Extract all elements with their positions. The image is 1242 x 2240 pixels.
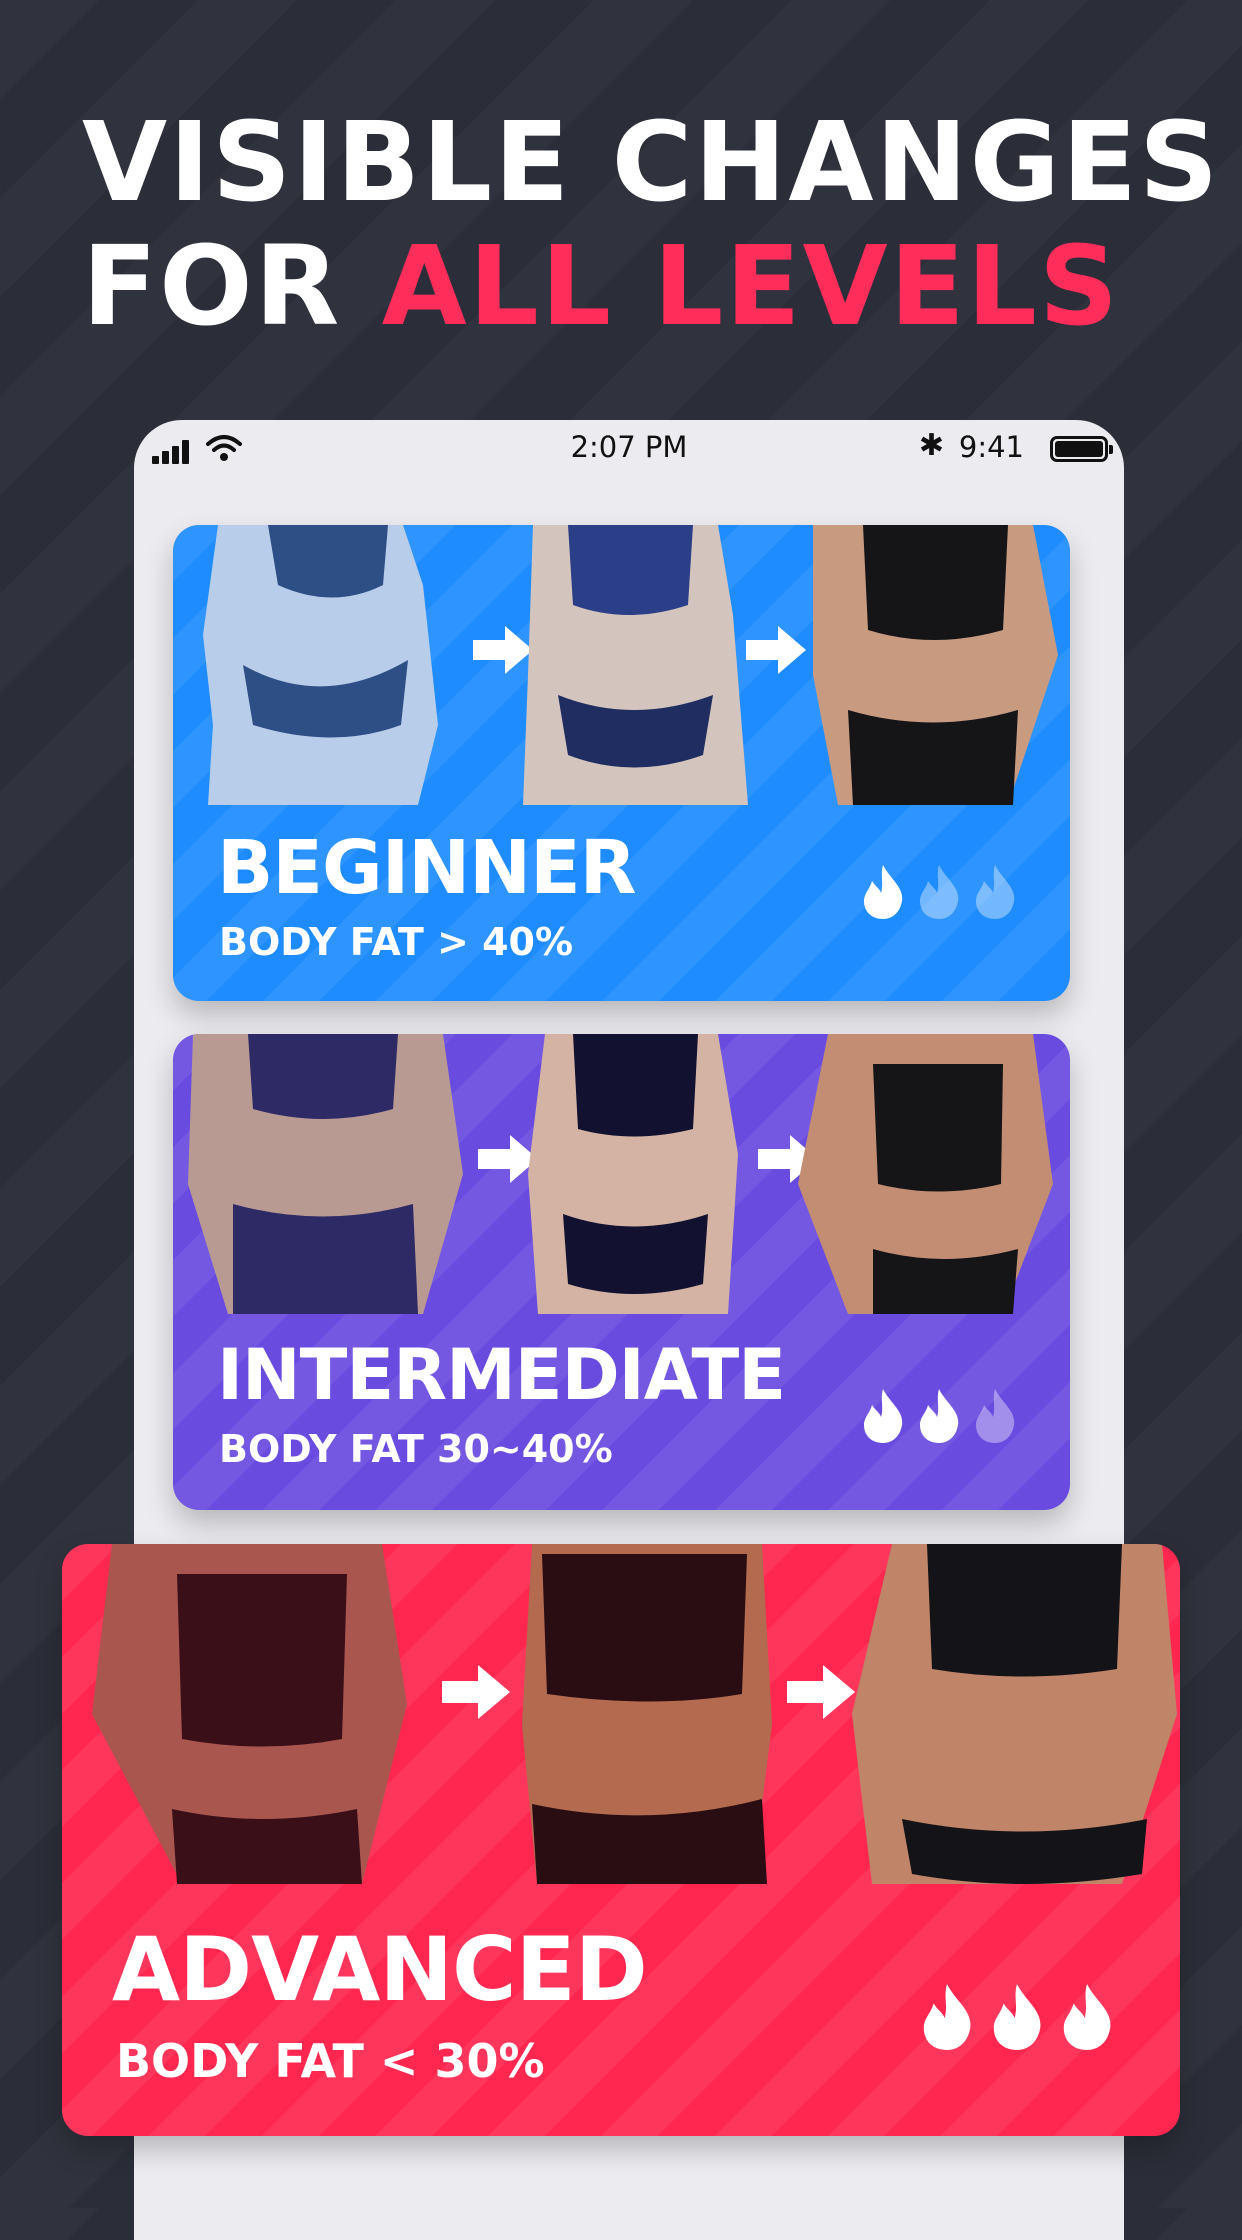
before-after-photos [203,525,1058,805]
bluetooth-icon: ✱ [918,428,944,463]
flame-icon-inactive [976,865,1015,919]
before-after-photos [188,1034,1053,1314]
body-figure-1 [188,1034,463,1314]
body-figure-3 [852,1544,1177,1884]
status-time-right: 9:41 [958,430,1024,464]
battery-icon [1050,436,1113,462]
level-subtitle: BODY FAT < 30% [116,2034,545,2088]
arrow-right-icon [442,1665,510,1719]
arrow-right-icon [473,626,533,674]
difficulty-flames [920,1984,1114,2050]
body-figure-1 [92,1544,407,1884]
difficulty-flames [862,865,1016,919]
headline: VISIBLE CHANGES FOR ALL LEVELS [82,100,1220,348]
arrow-right-icon [746,626,806,674]
level-title: ADVANCED [112,1918,648,2021]
headline-line-2-prefix: FOR [82,222,382,350]
arrow-right-icon [787,1665,855,1719]
flame-icon-active [1063,1984,1111,2050]
body-figure-3 [813,525,1058,805]
body-figure-2 [528,1034,738,1314]
flame-icon-active [920,1389,959,1443]
flame-icon-active [864,865,903,919]
headline-line-1: VISIBLE CHANGES [82,98,1221,226]
level-subtitle: BODY FAT 30~40% [219,1427,613,1471]
body-figure-2 [522,1544,772,1884]
flame-icon-inactive [976,1389,1015,1443]
level-title: INTERMEDIATE [217,1334,786,1416]
level-title: BEGINNER [217,825,637,911]
body-figure-2 [523,525,748,805]
body-figure-3 [798,1034,1053,1314]
level-subtitle: BODY FAT > 40% [219,920,574,964]
flame-icon-active [923,1984,971,2050]
difficulty-flames [862,1389,1016,1443]
flame-icon-active [993,1984,1041,2050]
status-bar: 2:07 PM ✱ 9:41 [134,420,1124,478]
headline-line-2-accent: ALL LEVELS [381,222,1121,350]
before-after-photos [92,1544,1177,1884]
flame-icon-active [864,1389,903,1443]
body-figure-1 [203,525,438,805]
flame-icon-inactive [920,865,959,919]
level-card-advanced[interactable]: ADVANCED BODY FAT < 30% [62,1544,1180,2136]
level-card-intermediate[interactable]: INTERMEDIATE BODY FAT 30~40% [173,1034,1070,1510]
level-card-beginner[interactable]: BEGINNER BODY FAT > 40% [173,525,1070,1001]
